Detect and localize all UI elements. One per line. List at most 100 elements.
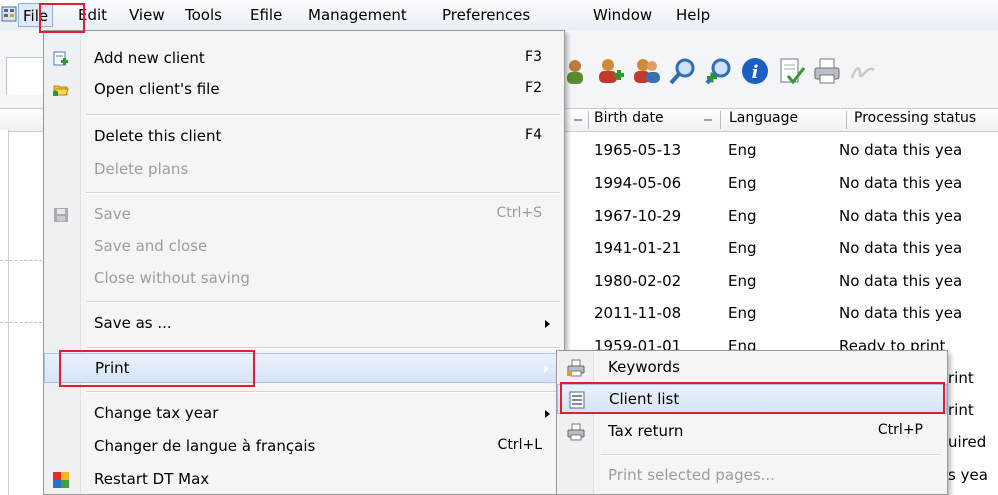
menu-separator	[86, 391, 560, 393]
printer-icon	[567, 423, 585, 441]
status-cell-partial: s yea	[948, 466, 988, 484]
menu-item-close-without-saving[interactable]: Close without saving	[44, 264, 564, 294]
column-separator	[588, 111, 589, 129]
menu-edit[interactable]: Edit	[78, 6, 107, 24]
language-cell: Eng	[728, 272, 757, 290]
column-separator	[720, 111, 721, 129]
menu-window[interactable]: Window	[593, 6, 652, 24]
menu-item-label: Print	[95, 359, 130, 377]
status-cell-partial: uired	[948, 433, 987, 451]
table-row[interactable]: 1965-05-13 Eng No data this yea	[566, 137, 998, 163]
menu-item-shortcut: F4	[525, 127, 542, 143]
language-cell: Eng	[728, 207, 757, 225]
menu-item-save-as[interactable]: Save as ...	[44, 309, 564, 339]
menu-item-delete-this-client[interactable]: Delete this client F4	[44, 122, 564, 152]
print-submenu: Keywords Client list Tax return Ctrl+P P…	[556, 350, 948, 495]
menu-item-label: Changer de langue à français	[94, 437, 316, 455]
table-row[interactable]: 2011-11-08 Eng No data this yea	[566, 300, 998, 326]
table-row[interactable]: 1994-05-06 Eng No data this yea	[566, 170, 998, 196]
search-icon[interactable]	[668, 56, 698, 86]
signature-icon[interactable]	[848, 56, 878, 86]
status-cell: No data this yea	[839, 207, 963, 225]
printer-icon	[567, 359, 585, 377]
menu-separator	[86, 192, 560, 194]
column-header-language[interactable]: Language	[729, 110, 798, 126]
file-menu: Add new client F3 Open client's file F2 …	[43, 30, 565, 495]
menu-help[interactable]: Help	[676, 6, 710, 24]
menu-item-shortcut: Ctrl+S	[496, 205, 542, 221]
info-icon[interactable]: i	[740, 56, 770, 86]
status-cell: No data this yea	[839, 304, 963, 322]
table-row[interactable]: 1967-10-29 Eng No data this yea	[566, 203, 998, 229]
column-header-birth-date[interactable]: Birth date	[594, 110, 664, 126]
printer-icon[interactable]	[812, 56, 842, 86]
menu-item-shortcut: F3	[525, 49, 542, 65]
open-folder-icon	[53, 85, 69, 96]
submenu-item-label: Print selected pages...	[608, 466, 775, 484]
birth-date-cell: 2011-11-08	[594, 304, 682, 322]
menu-efile[interactable]: Efile	[250, 6, 282, 24]
table-row[interactable]: 1980-02-02 Eng No data this yea	[566, 268, 998, 294]
birth-date-cell: 1980-02-02	[594, 272, 682, 290]
menu-management[interactable]: Management	[308, 6, 407, 24]
menu-file[interactable]: File	[18, 3, 54, 27]
birth-date-cell: 1941-01-21	[594, 239, 682, 257]
menu-item-restart-dt-max[interactable]: Restart DT Max	[44, 465, 564, 495]
submenu-arrow-icon	[545, 320, 550, 328]
language-cell: Eng	[728, 239, 757, 257]
menu-item-label: Save and close	[94, 237, 208, 255]
column-dash	[574, 119, 582, 121]
menu-item-shortcut: F2	[525, 80, 542, 96]
status-cell: No data this yea	[839, 272, 963, 290]
menu-separator	[601, 454, 941, 456]
menu-item-save-and-close[interactable]: Save and close	[44, 232, 564, 262]
menu-item-delete-plans[interactable]: Delete plans	[44, 155, 564, 185]
submenu-arrow-icon	[544, 365, 549, 373]
menu-item-change-tax-year[interactable]: Change tax year	[44, 399, 564, 429]
menu-item-label: Restart DT Max	[94, 470, 210, 488]
column-separator	[846, 111, 847, 129]
submenu-item-shortcut: Ctrl+P	[877, 422, 923, 438]
menu-item-label: Save	[94, 205, 131, 223]
menu-preferences[interactable]: Preferences	[442, 6, 530, 24]
menu-item-print[interactable]: Print	[44, 353, 564, 383]
menu-separator	[86, 347, 560, 349]
menu-item-label: Save as ...	[94, 314, 172, 332]
menu-item-change-language[interactable]: Changer de langue à français Ctrl+L	[44, 432, 564, 462]
client-list-icon	[569, 391, 585, 409]
language-cell: Eng	[728, 304, 757, 322]
table-row[interactable]: 1941-01-21 Eng No data this yea	[566, 235, 998, 261]
menu-item-label: Add new client	[94, 49, 205, 67]
column-dash	[704, 119, 712, 121]
menu-tools[interactable]: Tools	[185, 6, 222, 24]
menu-item-add-new-client[interactable]: Add new client F3	[44, 44, 564, 74]
menu-item-label: Open client's file	[94, 80, 220, 98]
submenu-item-keywords[interactable]: Keywords	[557, 353, 947, 383]
birth-date-cell: 1967-10-29	[594, 207, 682, 225]
column-header-processing-status[interactable]: Processing status	[854, 110, 976, 126]
add-person-icon[interactable]	[596, 56, 626, 86]
status-cell: No data this yea	[839, 239, 963, 257]
status-cell: No data this yea	[839, 174, 963, 192]
menu-item-label: Delete this client	[94, 127, 222, 145]
menu-item-label: Change tax year	[94, 404, 219, 422]
menu-item-label: Close without saving	[94, 269, 250, 287]
menu-view[interactable]: View	[129, 6, 165, 24]
dashed-separator	[0, 322, 42, 323]
app-icon	[1, 6, 17, 22]
check-document-icon[interactable]	[776, 56, 806, 86]
submenu-item-tax-return[interactable]: Tax return Ctrl+P	[557, 417, 947, 447]
menu-item-open-clients-file[interactable]: Open client's file F2	[44, 75, 564, 105]
menu-item-save[interactable]: Save Ctrl+S	[44, 200, 564, 230]
client-tab[interactable]	[6, 57, 46, 95]
birth-date-cell: 1965-05-13	[594, 141, 682, 159]
people-icon[interactable]	[632, 56, 662, 86]
submenu-item-client-list[interactable]: Client list	[557, 384, 947, 414]
submenu-arrow-icon	[545, 410, 550, 418]
search-add-icon[interactable]	[704, 56, 734, 86]
menu-item-label: Delete plans	[94, 160, 189, 178]
submenu-item-print-selected-pages[interactable]: Print selected pages...	[557, 461, 947, 491]
restart-icon	[53, 472, 69, 488]
menu-separator	[86, 114, 560, 116]
status-cell-partial: rint	[948, 401, 974, 419]
